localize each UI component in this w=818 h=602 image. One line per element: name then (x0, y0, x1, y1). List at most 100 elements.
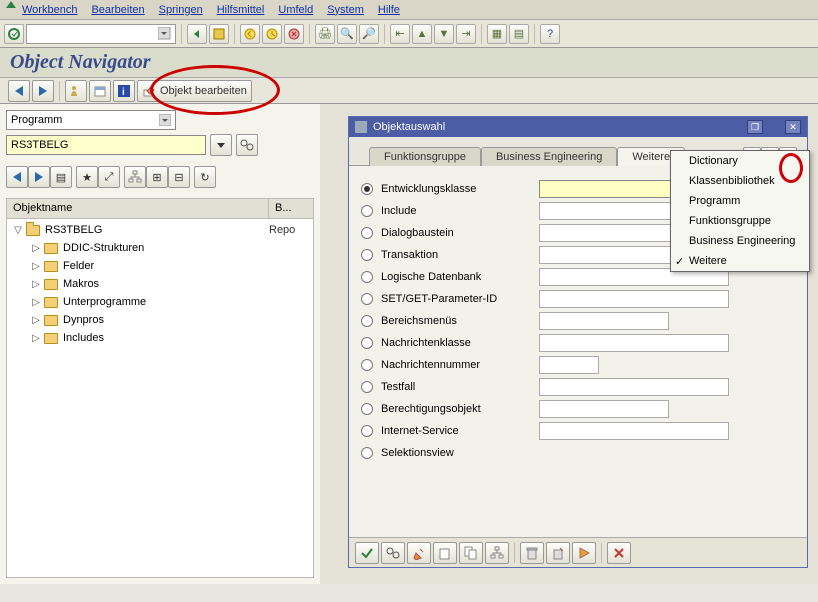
tree-node[interactable]: ▷Dynpros (7, 311, 313, 329)
radio-testfall[interactable] (361, 381, 373, 393)
value-field[interactable] (539, 356, 599, 374)
tree-node[interactable]: ▷DDIC-Strukturen (7, 239, 313, 257)
value-field[interactable] (539, 290, 729, 308)
expand-icon[interactable]: ▷ (31, 261, 41, 271)
tree-header-name[interactable]: Objektname (7, 199, 269, 218)
refresh-button[interactable]: ↻ (194, 166, 216, 188)
menu-hilfe[interactable]: Hilfe (378, 4, 400, 16)
tree-node[interactable]: ▷Unterprogramme (7, 293, 313, 311)
expand-icon[interactable]: ▷ (31, 315, 41, 325)
cancel-button[interactable] (607, 542, 631, 564)
radio-set-get-parameter-id[interactable] (361, 293, 373, 305)
command-field[interactable] (26, 24, 176, 44)
collapse-all-button[interactable]: ⊟ (168, 166, 190, 188)
radio-transaktion[interactable] (361, 249, 373, 261)
radio-nachrichtennummer[interactable] (361, 359, 373, 371)
expand-icon[interactable]: ▽ (13, 225, 23, 235)
save-button[interactable] (209, 24, 229, 44)
tab-funktionsgruppe[interactable]: Funktionsgruppe (369, 147, 481, 166)
expand-icon[interactable]: ▷ (31, 297, 41, 307)
menu-workbench[interactable]: Workbench (22, 4, 77, 16)
first-page-icon[interactable]: ⇤ (390, 24, 410, 44)
value-field[interactable] (539, 312, 669, 330)
new-session-icon[interactable]: ▦ (487, 24, 507, 44)
expand-icon[interactable]: ▷ (31, 333, 41, 343)
menu-item-weitere[interactable]: Weitere (671, 251, 809, 271)
nav-back-button[interactable] (8, 80, 30, 102)
tree-root[interactable]: ▽ RS3TBELG Repo (7, 221, 313, 239)
where-used-button[interactable]: ⊞ (146, 166, 168, 188)
delete-button[interactable] (520, 542, 544, 564)
cancel-icon[interactable] (284, 24, 304, 44)
prev-page-icon[interactable]: ▲ (412, 24, 432, 44)
prev-object-button[interactable] (6, 166, 28, 188)
find-icon[interactable]: 🔍 (337, 24, 357, 44)
object-type-combo[interactable]: Programm (6, 110, 176, 130)
next-page-icon[interactable]: ▼ (434, 24, 454, 44)
find-next-icon[interactable]: 🔎 (359, 24, 379, 44)
enhancement-button[interactable] (89, 80, 111, 102)
value-field[interactable] (539, 334, 729, 352)
expand-icon[interactable]: ▷ (31, 279, 41, 289)
confirm-button[interactable] (355, 542, 379, 564)
menu-item-dictionary[interactable]: Dictionary (671, 151, 809, 171)
object-name-dropdown[interactable] (210, 134, 232, 156)
expand-icon[interactable]: ▷ (31, 243, 41, 253)
next-object-button[interactable] (28, 166, 50, 188)
radio-selektionsview[interactable] (361, 447, 373, 459)
menu-umfeld[interactable]: Umfeld (278, 4, 313, 16)
radio-include[interactable] (361, 205, 373, 217)
value-field[interactable] (539, 378, 729, 396)
expand-subtree-button[interactable]: ⤢ (98, 166, 120, 188)
menu-bearbeiten[interactable]: Bearbeiten (91, 4, 144, 16)
menu-springen[interactable]: Springen (159, 4, 203, 16)
change-button[interactable] (407, 542, 431, 564)
menu-item-funktionsgruppe[interactable]: Funktionsgruppe (671, 211, 809, 231)
radio-dialogbaustein[interactable] (361, 227, 373, 239)
radio-internet-service[interactable] (361, 425, 373, 437)
value-field[interactable] (539, 400, 669, 418)
shortcut-icon[interactable]: ▤ (509, 24, 529, 44)
close-button[interactable]: ✕ (785, 120, 801, 134)
info-button[interactable]: i (113, 80, 135, 102)
back-icon[interactable] (240, 24, 260, 44)
menu-item-business-eng[interactable]: Business Engineering (671, 231, 809, 251)
tree-node[interactable]: ▷Makros (7, 275, 313, 293)
radio-nachrichtenklasse[interactable] (361, 337, 373, 349)
copy-button[interactable] (459, 542, 483, 564)
tree-node[interactable]: ▷Includes (7, 329, 313, 347)
value-field[interactable] (539, 422, 729, 440)
menu-system[interactable]: System (327, 4, 364, 16)
menu-item-klassenbibliothek[interactable]: Klassenbibliothek (671, 171, 809, 191)
tree-header-col2[interactable]: B... (269, 199, 313, 218)
tab-business-engineering[interactable]: Business Engineering (481, 147, 617, 166)
restore-button[interactable]: ❐ (747, 120, 763, 134)
nav-forward-button[interactable] (32, 80, 54, 102)
radio-bereichsmen-s[interactable] (361, 315, 373, 327)
other-object-button[interactable] (65, 80, 87, 102)
menu-hilfsmittel[interactable]: Hilfsmittel (217, 4, 265, 16)
command-dropdown-icon[interactable] (158, 27, 172, 41)
enter-button[interactable] (4, 24, 24, 44)
last-page-icon[interactable]: ⇥ (456, 24, 476, 44)
radio-entwicklungsklasse[interactable] (361, 183, 373, 195)
help-icon[interactable]: ? (540, 24, 560, 44)
add-favorite-button[interactable]: ★ (76, 166, 98, 188)
execute-button[interactable] (572, 542, 596, 564)
menu-item-programm[interactable]: Programm (671, 191, 809, 211)
print-icon[interactable]: 🖨 (315, 24, 335, 44)
display-button[interactable] (236, 134, 258, 156)
tree-node[interactable]: ▷Felder (7, 257, 313, 275)
hierarchy-button[interactable] (124, 166, 146, 188)
create-button[interactable] (433, 542, 457, 564)
object-name-input[interactable]: RS3TBELG (6, 135, 206, 155)
radio-logische-datenbank[interactable] (361, 271, 373, 283)
radio-berechtigungsobjekt[interactable] (361, 403, 373, 415)
subobjects-button[interactable] (485, 542, 509, 564)
exit-icon[interactable] (262, 24, 282, 44)
display-button[interactable] (381, 542, 405, 564)
edit-object-button[interactable]: Objekt bearbeiten (137, 80, 252, 102)
nav-stack-button[interactable]: ▤ (50, 166, 72, 188)
back-button[interactable] (187, 24, 207, 44)
rename-button[interactable] (546, 542, 570, 564)
